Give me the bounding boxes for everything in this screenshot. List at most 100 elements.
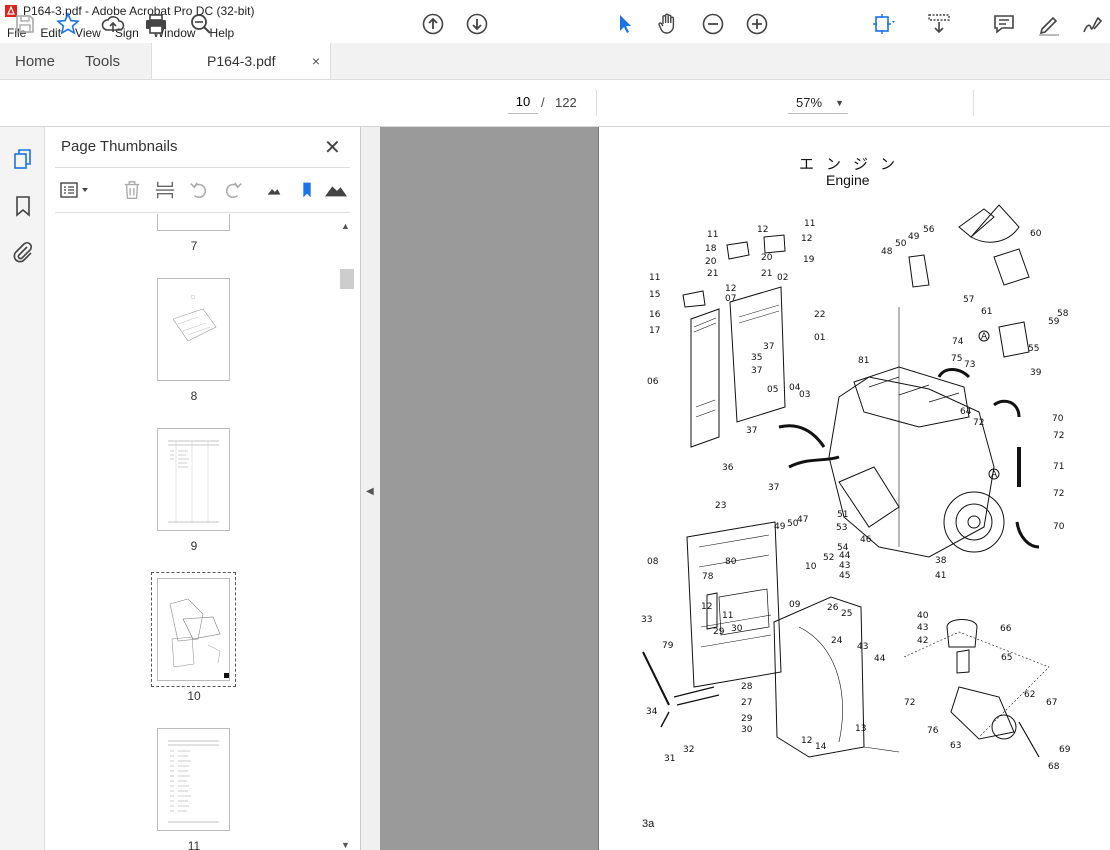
part-callout: 11 — [722, 611, 734, 621]
scroll-down-icon[interactable]: ▼ — [341, 840, 350, 850]
page-thumbnails-icon[interactable] — [10, 146, 36, 172]
part-callout: 11 — [707, 230, 719, 240]
tab-tools[interactable]: Tools — [70, 43, 135, 79]
highlight-pen-icon[interactable] — [1036, 11, 1062, 37]
tab-document-label: P164-3.pdf — [207, 53, 276, 69]
bookmark-icon[interactable] — [10, 193, 36, 219]
next-page-icon[interactable] — [464, 11, 490, 37]
part-callout: 08 — [647, 557, 659, 567]
left-rail — [0, 127, 45, 850]
thumbnail-preview — [168, 440, 219, 523]
bookmark-thumbnail-icon[interactable] — [295, 178, 319, 202]
part-callout: 74 — [952, 337, 964, 347]
thumbnail-label: 9 — [190, 539, 198, 553]
part-callout: 42 — [917, 636, 929, 646]
part-callout: 33 — [641, 615, 653, 625]
part-callout: 30 — [741, 725, 753, 735]
select-cursor-icon[interactable] — [612, 11, 638, 37]
larger-thumbnails-icon[interactable] — [323, 178, 349, 202]
part-callout: 81 — [858, 356, 870, 366]
close-tab-icon[interactable]: × — [312, 53, 320, 69]
page-fit-icon[interactable] — [870, 11, 896, 37]
part-callout: 21 — [707, 269, 719, 279]
print-icon[interactable] — [143, 11, 169, 37]
tab-home[interactable]: Home — [0, 43, 70, 79]
part-callout: 64 — [960, 407, 972, 417]
scrollbar-thumb[interactable] — [340, 269, 354, 289]
part-callout: 06 — [647, 377, 659, 387]
part-callout: 37 — [751, 366, 763, 376]
panel-toolbar — [55, 167, 350, 213]
thumbnail-page-9[interactable] — [157, 428, 230, 531]
part-callout: 59 — [1048, 317, 1060, 327]
thumbnail-options-icon[interactable] — [59, 178, 93, 202]
part-callout: 03 — [799, 390, 811, 400]
hand-tool-icon[interactable] — [655, 11, 681, 37]
part-callout: 15 — [649, 290, 661, 300]
chevron-down-icon: ▼ — [835, 97, 844, 108]
part-callout: 53 — [836, 523, 848, 533]
zoom-dropdown[interactable]: 57% ▼ — [788, 92, 848, 114]
part-callout: 13 — [855, 724, 867, 734]
part-callout: 21 — [761, 269, 773, 279]
part-callout: 28 — [741, 682, 753, 692]
part-callout: 51 — [837, 510, 849, 520]
part-callout: 80 — [725, 557, 737, 567]
part-callout: 43 — [857, 642, 869, 652]
star-icon[interactable] — [55, 11, 81, 37]
tab-document[interactable]: P164-3.pdf × — [151, 43, 332, 79]
comment-icon[interactable] — [991, 11, 1017, 37]
delete-icon[interactable] — [120, 178, 144, 202]
thumbnail-page-7[interactable] — [157, 214, 230, 231]
save-icon[interactable] — [12, 11, 38, 37]
part-callout: 26 — [827, 603, 839, 613]
toolbar-divider — [973, 90, 974, 116]
smaller-thumbnails-icon[interactable] — [261, 178, 285, 202]
part-callout: 12 — [757, 225, 769, 235]
part-callout: 69 — [1059, 745, 1071, 755]
part-callout: 70 — [1053, 522, 1065, 532]
sign-icon[interactable] — [1080, 11, 1106, 37]
part-callout: 72 — [1053, 431, 1065, 441]
page-number-input[interactable] — [508, 90, 538, 114]
part-callout: 35 — [751, 353, 763, 363]
thumbnail-page-8[interactable] — [157, 278, 230, 381]
document-page[interactable]: エンジン Engine 11 12 11 12 18 20 19 20 21 0… — [598, 127, 1110, 850]
part-callout: 16 — [649, 310, 661, 320]
panel-scrollbar[interactable]: ▲ ▼ — [340, 218, 354, 850]
thumbnail-page-11[interactable] — [157, 728, 230, 831]
thumbnail-label: 10 — [187, 689, 201, 703]
part-callout: 01 — [814, 333, 826, 343]
part-callout: 48 — [881, 247, 893, 257]
zoom-out-icon[interactable] — [700, 11, 726, 37]
collapse-panel-icon[interactable]: ◀ — [366, 486, 374, 497]
attachment-icon[interactable] — [10, 239, 36, 265]
part-callout: A — [981, 332, 988, 342]
extract-page-icon[interactable] — [153, 178, 177, 202]
part-callout: 43 — [917, 623, 929, 633]
scroll-mode-icon[interactable] — [926, 11, 952, 37]
rotate-left-icon[interactable] — [187, 178, 211, 202]
part-callout: 07 — [725, 294, 737, 304]
part-callout: 12 — [801, 736, 813, 746]
previous-page-icon[interactable] — [420, 11, 446, 37]
part-callout: 78 — [702, 572, 714, 582]
thumbnail-page-10[interactable] — [157, 578, 230, 681]
part-callout: 43 — [839, 561, 851, 571]
scroll-up-icon[interactable]: ▲ — [341, 221, 350, 231]
part-callout: 05 — [767, 385, 779, 395]
part-callout: 19 — [803, 255, 815, 265]
part-callout: 34 — [646, 707, 658, 717]
part-callout: 76 — [927, 726, 939, 736]
zoom-in-icon[interactable] — [744, 11, 770, 37]
rotate-right-icon[interactable] — [221, 178, 245, 202]
zoom-search-icon[interactable] — [188, 11, 214, 37]
zoom-value: 57% — [796, 95, 823, 110]
part-callout: 52 — [823, 553, 835, 563]
cloud-upload-icon[interactable] — [100, 11, 126, 37]
part-callout: 72 — [973, 418, 985, 428]
part-callout: 65 — [1001, 653, 1013, 663]
thumbnail-preview — [172, 294, 217, 342]
part-callout: 41 — [935, 571, 947, 581]
close-icon[interactable]: ✕ — [324, 135, 341, 160]
